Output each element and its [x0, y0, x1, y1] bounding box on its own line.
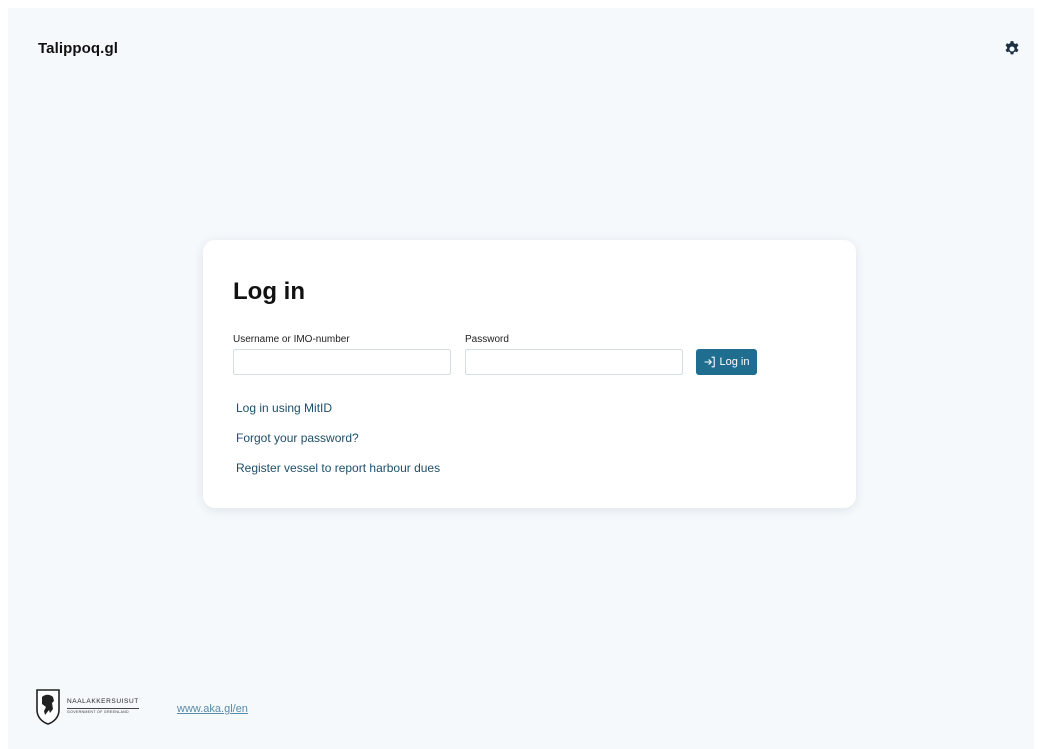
login-button-label: Log in [719, 356, 750, 368]
logo-sub-text: GOVERNMENT OF GREENLAND [67, 709, 129, 714]
register-vessel-link[interactable]: Register vessel to report harbour dues [236, 461, 440, 475]
app-container: Talippoq.gl Log in Username or IMO-numbe… [8, 8, 1034, 749]
sign-in-icon [703, 356, 716, 368]
username-input[interactable] [233, 349, 451, 375]
username-label: Username or IMO-number [233, 334, 350, 345]
mitid-login-link[interactable]: Log in using MitID [236, 401, 332, 415]
password-input[interactable] [465, 349, 683, 375]
forgot-password-link[interactable]: Forgot your password? [236, 431, 359, 445]
gear-icon [1003, 40, 1021, 58]
page-title: Log in [233, 278, 305, 305]
logo-text: NAALAKKERSUISUT GOVERNMENT OF GREENLAND [67, 699, 139, 714]
password-label: Password [465, 334, 509, 345]
government-logo: NAALAKKERSUISUT GOVERNMENT OF GREENLAND [35, 688, 139, 726]
login-card: Log in Username or IMO-number Password L… [203, 240, 856, 508]
settings-button[interactable] [1001, 38, 1023, 60]
login-button[interactable]: Log in [696, 349, 757, 375]
logo-main-text: NAALAKKERSUISUT [67, 699, 139, 709]
brand-title[interactable]: Talippoq.gl [38, 40, 118, 57]
aka-website-link[interactable]: www.aka.gl/en [177, 703, 248, 715]
coat-of-arms-icon [35, 688, 61, 726]
